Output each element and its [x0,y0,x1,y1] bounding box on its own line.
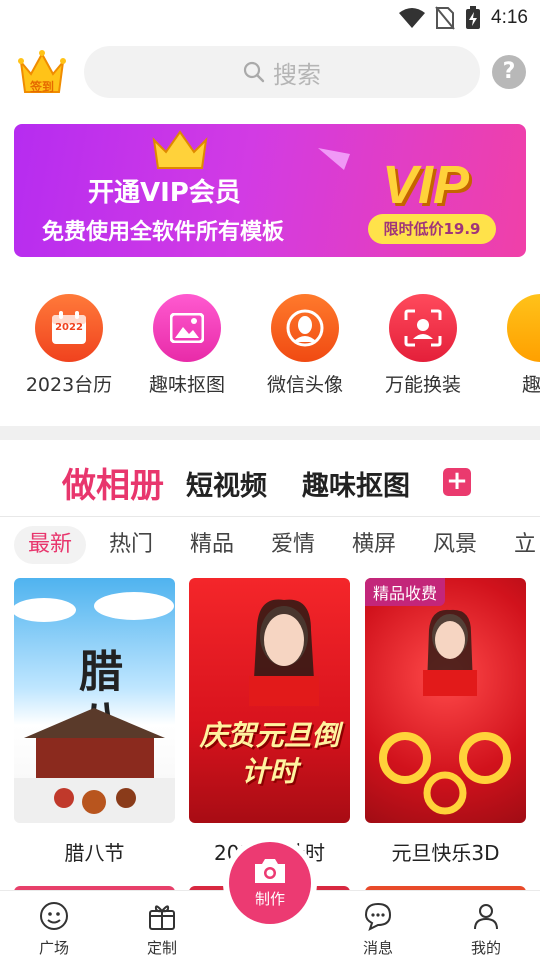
template-thumbnail: 精品收费 [365,578,526,823]
tab-short-video[interactable]: 短视频 [186,464,267,503]
face-scan-icon [389,294,457,362]
banner-title: 开通VIP会员 [88,178,241,208]
gift-icon [149,905,175,930]
section-divider [0,426,540,440]
tab-album[interactable]: 做相册 [62,458,164,507]
tab-cutout[interactable]: 趣味抠图 [302,464,410,503]
nav-label: 定制 [146,939,177,957]
cloud-shape [14,592,174,622]
search-placeholder: 搜索 [273,60,321,89]
subtab-hot[interactable]: 热门 [109,526,153,564]
shortcut-cutout[interactable]: 趣味抠图 [128,294,246,397]
no-sim-icon [435,6,455,30]
template-thumbnail: 腊八 [14,578,175,823]
sub-tabs: 最新 热门 精品 爱情 横屏 风景 立 [0,526,540,566]
thumbnail-text: 庆贺元旦倒计时 [199,719,340,788]
top-bar: 签到 搜索 ? [0,44,540,100]
more-icon [507,294,540,362]
plaza-icon [40,902,68,930]
banner-crown-icon [152,130,208,169]
template-card[interactable]: 腊八 腊八节 [14,578,175,866]
sign-in-label: 签到 [29,80,54,94]
calendar-year-badge: 2022 [55,322,83,333]
portrait-illustration [249,599,319,706]
shortcut-wechat-avatar[interactable]: 微信头像 [246,294,364,397]
status-time: 4:16 [491,7,528,28]
add-category-button[interactable]: + [443,468,471,496]
status-icons: 4:16 [399,6,528,30]
shortcut-label: 万能换装 [384,374,461,396]
template-title: 腊八节 [64,841,125,865]
nav-label: 消息 [362,939,393,957]
message-icon [364,902,392,931]
template-card[interactable]: 庆贺元旦倒计时 2023倒计时 [189,578,350,866]
shortcut-more[interactable]: 趣味 [482,294,540,397]
portrait-illustration [423,609,477,696]
banner-subtitle: 免费使用全软件所有模板 [42,220,285,245]
battery-charging-icon [466,6,481,29]
shortcut-outfit[interactable]: 万能换装 [364,294,482,397]
subtab-latest[interactable]: 最新 [14,526,87,564]
nav-profile[interactable]: 我的 [446,901,526,958]
flower-frame-illustration [379,732,511,815]
sign-in-button[interactable]: 签到 [18,48,66,96]
subtab-premium[interactable]: 精品 [190,526,234,564]
premium-badge: 精品收费 [365,578,446,606]
subtab-scenery[interactable]: 风景 [433,526,477,564]
camera-icon [255,859,285,883]
make-button[interactable]: 制作 [229,842,311,924]
shortcut-row: 2022 2023台历 趣味抠图 微信头像 万能换装 趣味 [0,294,540,404]
vip-banner[interactable]: 开通VIP会员 免费使用全软件所有模板 VIP 限时低价19.9 [14,124,526,257]
shortcut-label: 2023台历 [25,374,113,396]
temple-illustration [14,708,175,823]
category-divider [0,516,540,517]
avatar-icon [271,294,339,362]
nav-custom[interactable]: 定制 [122,901,202,958]
template-title: 元旦快乐3D [391,841,500,865]
image-icon [153,294,221,362]
shortcut-label: 趣味 [521,374,540,396]
profile-icon [474,904,498,930]
nav-label: 我的 [470,939,501,957]
category-tabs: 做相册 短视频 趣味抠图 + [0,456,540,512]
wifi-icon [399,8,426,28]
make-label: 制作 [254,890,285,908]
search-bar[interactable]: 搜索 [84,46,480,98]
shortcut-label: 趣味抠图 [148,374,225,396]
subtab-landscape-screen[interactable]: 横屏 [352,526,396,564]
help-button[interactable]: ? [492,55,526,89]
subtab-love[interactable]: 爱情 [271,526,315,564]
banner-gem-icon [318,148,350,170]
banner-price-tag: 限时低价19.9 [368,214,496,244]
template-thumbnail: 庆贺元旦倒计时 [189,578,350,823]
nav-label: 广场 [38,939,69,957]
shortcut-label: 微信头像 [266,374,343,396]
shortcut-calendar[interactable]: 2022 2023台历 [10,294,128,397]
status-bar: 4:16 [0,0,540,36]
search-icon [243,61,265,83]
nav-messages[interactable]: 消息 [338,901,418,958]
banner-vip-text: VIP [382,155,470,215]
subtab-more[interactable]: 立 [514,526,536,564]
nav-plaza[interactable]: 广场 [14,901,94,958]
template-card[interactable]: 精品收费 元旦快乐3D [365,578,526,866]
